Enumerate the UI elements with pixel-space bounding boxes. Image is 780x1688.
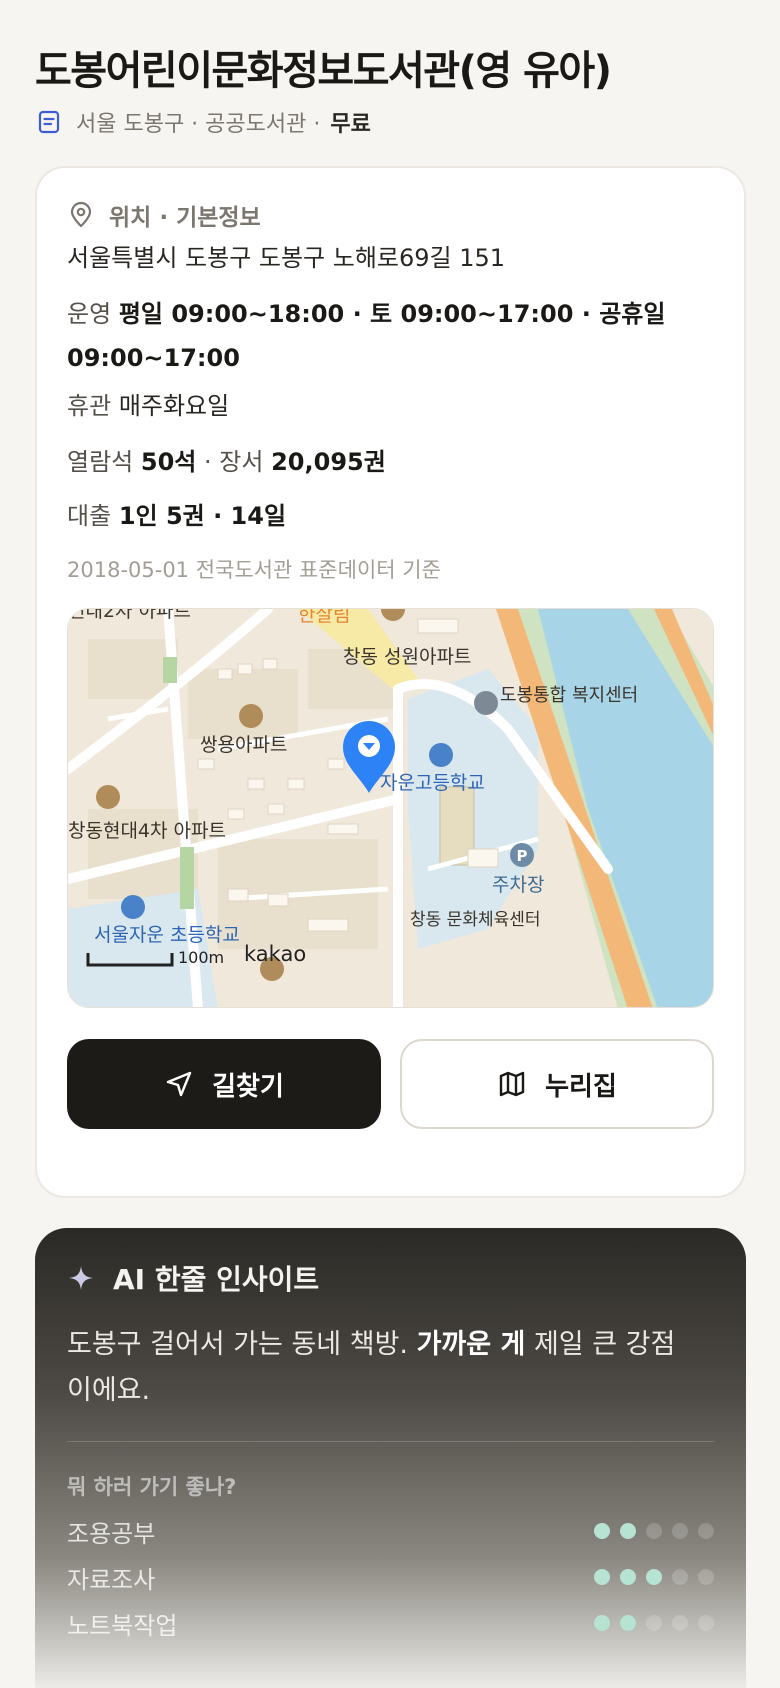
- map-label-apt-top-left: 현대2차 아파트: [68, 609, 191, 622]
- ai-text-pre: 도봉구 걸어서 가는 동네 책방.: [67, 1329, 408, 1360]
- ai-insight-card: AI 한줄 인사이트 도봉구 걸어서 가는 동네 책방. 가까운 게 제일 큰 …: [35, 1228, 746, 1688]
- meta-text: 서울 도봉구 · 공공도서관 ·: [76, 112, 321, 137]
- map-scale-label: 100m: [178, 948, 224, 967]
- rating-name: 노트북작업: [67, 1611, 178, 1640]
- map-label-welfare: 도봉통합 복지센터: [500, 685, 638, 706]
- school-poi-icon: [429, 743, 453, 767]
- map-label-hansalim: 한살림: [298, 609, 350, 626]
- closed-value: 매주화요일: [118, 392, 230, 420]
- building-poi-icon: [474, 691, 498, 715]
- svg-text:P: P: [517, 847, 528, 865]
- ai-insight-text: 도봉구 걸어서 가는 동네 책방. 가까운 게 제일 큰 강점이에요.: [67, 1322, 687, 1414]
- divider: [67, 1441, 714, 1442]
- rating-dot-empty: [698, 1523, 714, 1539]
- fee-badge: 무료: [330, 112, 371, 137]
- map-label-hyundai4: 창동현대4차 아파트: [68, 820, 226, 842]
- ai-insight-title: AI 한줄 인사이트: [113, 1263, 320, 1296]
- loan-policy: 대출 1인 5권 · 14일: [67, 494, 717, 538]
- rating-dot-empty: [698, 1569, 714, 1585]
- page-title: 도봉어린이문화정보도서관(영 유아): [35, 48, 612, 94]
- homepage-button[interactable]: 누리집: [400, 1039, 714, 1129]
- location-map[interactable]: P 현대2차 아파트 한살림 창동 성원아파트 도봉통합 복지센터 쌍용아파트 …: [67, 608, 714, 1008]
- homepage-label: 누리집: [545, 1071, 617, 1102]
- rating-row: 노트북작업: [67, 1605, 714, 1641]
- data-source: 2018-05-01 전국도서관 표준데이터 기준: [67, 558, 441, 582]
- rating-dot-empty: [672, 1615, 688, 1631]
- separator: ·: [204, 448, 212, 476]
- rating-row: 조용공부: [67, 1513, 714, 1549]
- address-text: 서울특별시 도봉구 도봉구 노해로69길 151: [67, 244, 506, 272]
- map-icon: [499, 1071, 525, 1097]
- address: 서울특별시 도봉구 도봉구 노해로69길 151: [67, 236, 717, 280]
- section-title: 위치 · 기본정보: [109, 205, 261, 231]
- rating-dot-empty: [646, 1615, 662, 1631]
- hours-value: 평일 09:00~18:00 · 토 09:00~17:00 · 공휴일 09:…: [67, 300, 666, 372]
- rating-dot-filled: [594, 1523, 610, 1539]
- info-card: 위치 · 기본정보 서울특별시 도봉구 도봉구 노해로69길 151 운영 평일…: [35, 166, 746, 1198]
- map-label-ssangyong: 쌍용아파트: [200, 734, 287, 756]
- library-detail-page: 도봉어린이문화정보도서관(영 유아) 서울 도봉구 · 공공도서관 · 무료 위…: [0, 0, 780, 1688]
- rating-dot-filled: [620, 1569, 636, 1585]
- document-icon: [38, 110, 60, 134]
- map-brand: kakao: [244, 942, 306, 966]
- info-section-header: 위치 · 기본정보: [67, 198, 261, 232]
- map-label-elementary: 서울자운 초등학교: [94, 924, 240, 946]
- loan-label: 대출: [67, 502, 112, 530]
- hours-label: 운영: [67, 300, 112, 328]
- rating-name: 자료조사: [67, 1565, 156, 1594]
- rating-name: 조용공부: [67, 1519, 156, 1548]
- rating-dot-filled: [646, 1569, 662, 1585]
- seats-label: 열람석: [67, 448, 134, 476]
- sparkle-icon: [69, 1266, 93, 1290]
- opening-hours: 운영 평일 09:00~18:00 · 토 09:00~17:00 · 공휴일 …: [67, 292, 717, 380]
- books-label: 장서: [219, 448, 264, 476]
- library-meta: 서울 도봉구 · 공공도서관 · 무료: [36, 106, 371, 138]
- closed-days: 휴관 매주화요일: [67, 384, 717, 428]
- map-label-sports: 창동 문화체육센터: [410, 910, 541, 930]
- rating-dot-empty: [698, 1615, 714, 1631]
- ai-use-subtitle: 뭐 하러 가기 좋나?: [67, 1475, 237, 1499]
- rating-dot-empty: [672, 1569, 688, 1585]
- rating-row: 자료조사: [67, 1559, 714, 1595]
- map-label-parking: 주차장: [492, 874, 544, 896]
- loan-value: 1인 5권 · 14일: [118, 502, 287, 530]
- ai-text-highlight: 가까운 게: [416, 1329, 526, 1360]
- rating-dot-empty: [672, 1523, 688, 1539]
- rating-dots: [594, 1615, 714, 1631]
- ai-insight-header: AI 한줄 인사이트: [67, 1258, 319, 1298]
- rating-dot-empty: [646, 1523, 662, 1539]
- rating-dots: [594, 1523, 714, 1539]
- rating-dot-filled: [620, 1523, 636, 1539]
- school-poi-icon-2: [121, 895, 145, 919]
- rating-dot-filled: [620, 1615, 636, 1631]
- map-canvas[interactable]: P 현대2차 아파트 한살림 창동 성원아파트 도봉통합 복지센터 쌍용아파트 …: [68, 609, 714, 1008]
- map-label-changdong-seongwon: 창동 성원아파트: [343, 646, 471, 668]
- directions-label: 길찾기: [212, 1071, 284, 1102]
- rating-dot-filled: [594, 1569, 610, 1585]
- location-pin-icon: [70, 201, 92, 228]
- seats-value: 50석: [140, 448, 197, 476]
- rating-dots: [594, 1569, 714, 1585]
- capacity: 열람석 50석 · 장서 20,095권: [67, 440, 717, 484]
- directions-button[interactable]: 길찾기: [67, 1039, 381, 1129]
- closed-label: 휴관: [67, 392, 112, 420]
- books-value: 20,095권: [271, 448, 386, 476]
- navigation-arrow-icon: [166, 1071, 192, 1097]
- rating-dot-filled: [594, 1615, 610, 1631]
- map-label-school: 자운고등학교: [380, 772, 485, 794]
